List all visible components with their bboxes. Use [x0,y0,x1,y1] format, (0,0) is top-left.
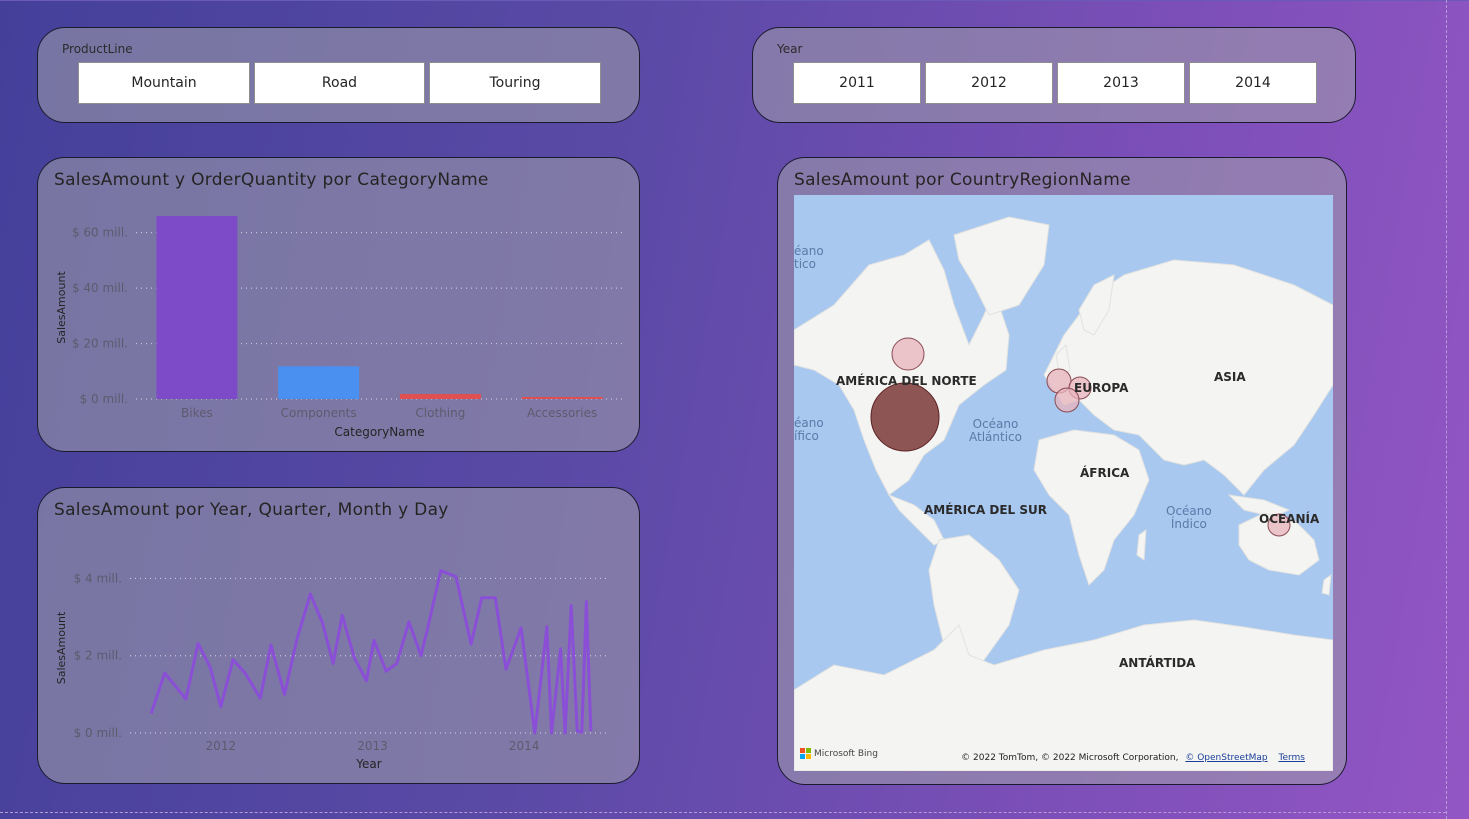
copyright-text: © 2022 TomTom, © 2022 Microsoft Corporat… [961,753,1179,763]
map-copyright: © 2022 TomTom, © 2022 Microsoft Corporat… [961,753,1305,763]
productline-option-mountain[interactable]: Mountain [78,62,250,104]
ocean-label-indian: Océano Índico [1166,504,1212,531]
continent-label-oceania: OCEANÍA [1259,512,1320,526]
bar-x-tick-label: Accessories [527,406,597,420]
year-slicer: Year 2011 2012 2013 2014 [752,27,1356,123]
line-x-tick-label: 2012 [206,739,237,753]
year-option-2012[interactable]: 2012 [925,62,1053,104]
continent-label-north-america: AMÉRICA DEL NORTE [836,374,977,388]
bar-components [278,366,360,399]
openstreetmap-link[interactable]: © OpenStreetMap [1185,753,1267,763]
bar-y-tick-label: $ 60 mill. [72,226,128,240]
productline-button-group: Mountain Road Touring [78,62,601,104]
year-button-group: 2011 2012 2013 2014 [793,62,1317,104]
line-y-axis-title: SalesAmount [55,611,68,684]
line-chart-card: SalesAmount por Year, Quarter, Month y D… [37,487,640,784]
bubble-canada [891,337,925,371]
continent-label-asia: ASIA [1214,370,1246,384]
map-land [794,216,1333,771]
continent-label-europe: EUROPA [1074,381,1129,395]
productline-option-touring[interactable]: Touring [429,62,601,104]
bar-y-tick-label: $ 20 mill. [72,337,128,351]
bar-y-axis-title: SalesAmount [55,271,68,344]
continent-label-antarctica: ANTÁRTIDA [1119,656,1196,670]
page-boundary-right [1446,0,1447,819]
productline-slicer-title: ProductLine [62,42,133,56]
productline-slicer: ProductLine Mountain Road Touring [37,27,640,123]
microsoft-logo-icon [800,748,811,759]
map-title: SalesAmount por CountryRegionName [794,170,1131,190]
map-card: SalesAmount por CountryRegionName éano t… [777,157,1347,785]
sales-line-series [149,569,593,735]
line-x-axis-title: Year [355,757,381,771]
page-boundary-bottom [0,812,1446,813]
line-x-tick-label: 2014 [509,739,540,753]
continent-label-south-america: AMÉRICA DEL SUR [924,503,1048,517]
year-option-2013[interactable]: 2013 [1057,62,1185,104]
bar-y-tick-label: $ 40 mill. [72,281,128,295]
ocean-label-pacific-north: éano tico [794,244,824,271]
year-option-2014[interactable]: 2014 [1189,62,1317,104]
bar-x-tick-label: Components [281,406,357,420]
year-option-2011[interactable]: 2011 [793,62,921,104]
productline-option-road[interactable]: Road [254,62,425,104]
page-top-border [0,0,1469,1]
africa-land [1033,429,1150,586]
ocean-label-atlantic: Océano Atlántico [969,417,1022,444]
microsoft-bing-logo: Microsoft Bing [800,748,878,759]
line-x-tick-label: 2013 [357,739,388,753]
bar-x-tick-label: Bikes [181,406,213,420]
line-y-tick-label: $ 0 mill. [74,726,122,740]
microsoft-bing-label: Microsoft Bing [814,748,878,759]
map-footer: Microsoft Bing © 2022 TomTom, © 2022 Mic… [794,741,1333,771]
bar-y-tick-label: $ 0 mill. [80,392,128,406]
line-chart: $ 0 mill. $ 2 mill. $ 4 mill. 2012 2013 2014 Y… [55,569,608,771]
new-zealand-land [1321,573,1332,596]
bar-accessories [521,397,603,399]
world-map[interactable]: éano tico éano ífico AMÉRICA DEL NORTE EUR… [794,195,1333,771]
year-slicer-title: Year [777,42,803,56]
line-y-tick-label: $ 2 mill. [74,649,122,663]
bar-bikes [156,216,238,399]
line-y-tick-label: $ 4 mill. [74,571,122,585]
madagascar-land [1136,528,1147,561]
ocean-label-pacific-south: éano ífico [794,416,824,443]
greenland-land [953,216,1050,316]
bubble-united-states [870,382,940,452]
terms-link[interactable]: Terms [1278,753,1305,763]
bar-chart: $ 0 mill. $ 20 mill. $ 40 mill. $ 60 mill. B… [55,216,623,439]
bar-x-axis-title: CategoryName [334,425,424,439]
bar-x-tick-label: Clothing [415,406,465,420]
bar-clothing [399,394,481,399]
continent-label-africa: ÁFRICA [1080,466,1130,480]
bar-chart-card: SalesAmount y OrderQuantity por Category… [37,157,640,452]
